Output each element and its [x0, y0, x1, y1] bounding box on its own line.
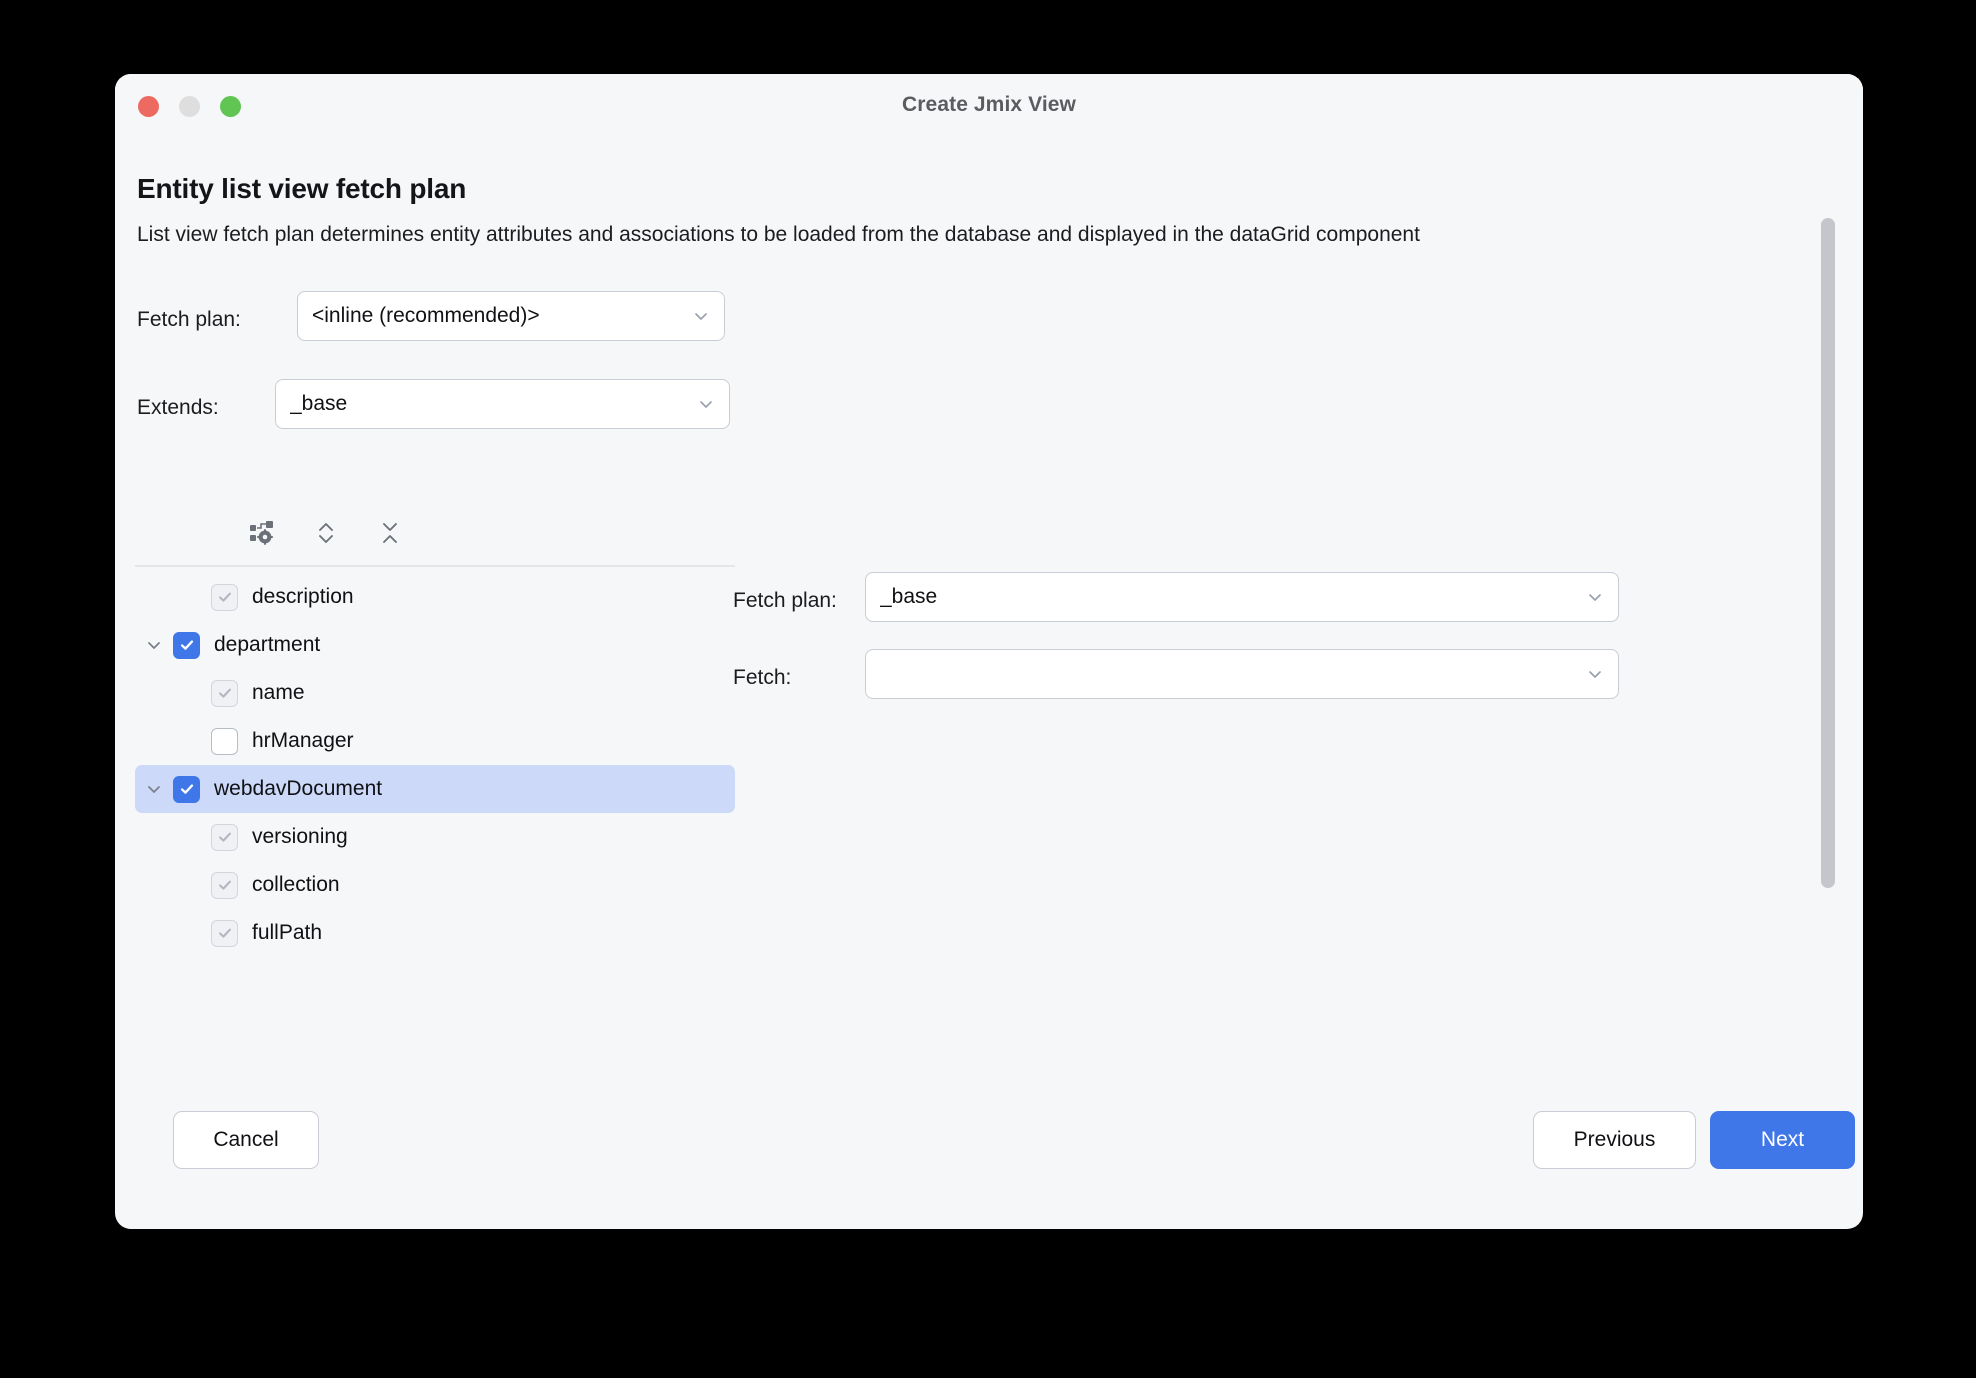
previous-button[interactable]: Previous	[1533, 1111, 1696, 1169]
twisty-placeholder	[173, 861, 211, 909]
attribute-checkbox[interactable]	[211, 727, 238, 755]
extends-label: Extends:	[137, 396, 219, 419]
chevron-down-icon	[1586, 665, 1604, 683]
attribute-tree[interactable]: description department name hrManager webdav…	[135, 573, 735, 948]
chevron-down-icon[interactable]	[135, 765, 173, 813]
dialog-scrollbar[interactable]	[1821, 206, 1835, 966]
tree-row[interactable]: description	[135, 573, 735, 621]
expand-all-icon[interactable]	[309, 516, 343, 550]
chevron-down-icon	[697, 395, 715, 413]
tree-divider	[135, 565, 735, 567]
extends-value: _base	[290, 392, 348, 415]
structure-settings-icon[interactable]	[245, 516, 279, 550]
dialog-footer: Cancel Previous Next	[115, 1081, 1863, 1229]
tree-toolbar	[245, 516, 407, 550]
twisty-placeholder	[173, 573, 211, 621]
chevron-down-icon[interactable]	[135, 621, 173, 669]
twisty-placeholder	[173, 813, 211, 861]
attribute-checkbox	[211, 871, 238, 899]
tree-row-label: versioning	[252, 825, 348, 848]
fetch-plan-label: Fetch plan:	[137, 308, 241, 331]
tree-row[interactable]: fullPath	[135, 909, 735, 948]
tree-row[interactable]: webdavDocument	[135, 765, 735, 813]
fetch-plan-value: <inline (recommended)>	[312, 304, 540, 327]
scrollbar-thumb[interactable]	[1821, 218, 1835, 888]
twisty-placeholder	[173, 717, 211, 765]
tree-row[interactable]: hrManager	[135, 717, 735, 765]
attribute-checkbox	[211, 919, 238, 947]
tree-row[interactable]: collection	[135, 861, 735, 909]
chevron-down-icon	[692, 307, 710, 325]
detail-fetch-select[interactable]	[865, 649, 1619, 699]
attribute-checkbox	[211, 583, 238, 611]
tree-row[interactable]: name	[135, 669, 735, 717]
detail-fetch-plan-select[interactable]: _base	[865, 572, 1619, 622]
detail-fetch-plan-value: _base	[880, 585, 938, 608]
detail-fetch-plan-label: Fetch plan:	[733, 589, 837, 612]
tree-row-label: description	[252, 585, 354, 608]
twisty-placeholder	[173, 909, 211, 948]
tree-row[interactable]: versioning	[135, 813, 735, 861]
tree-row-label: name	[252, 681, 305, 704]
next-button[interactable]: Next	[1710, 1111, 1855, 1169]
window-title: Create Jmix View	[902, 93, 1076, 116]
detail-fetch-label: Fetch:	[733, 666, 792, 689]
page-description: List view fetch plan determines entity a…	[137, 223, 1420, 246]
cancel-button[interactable]: Cancel	[173, 1111, 319, 1169]
tree-row-label: hrManager	[252, 729, 354, 752]
tree-row-label: webdavDocument	[214, 777, 383, 800]
tree-row[interactable]: department	[135, 621, 735, 669]
tree-row-label: collection	[252, 873, 340, 896]
twisty-placeholder	[173, 669, 211, 717]
collapse-all-icon[interactable]	[373, 516, 407, 550]
extends-select[interactable]: _base	[275, 379, 730, 429]
chevron-down-icon	[1586, 588, 1604, 606]
attribute-checkbox[interactable]	[173, 631, 200, 659]
fetch-plan-select[interactable]: <inline (recommended)>	[297, 291, 725, 341]
create-jmix-view-dialog: Create Jmix View Entity list view fetch …	[115, 74, 1863, 1229]
tree-row-label: department	[214, 633, 321, 656]
window-titlebar: Create Jmix View	[115, 74, 1863, 136]
tree-row-label: fullPath	[252, 921, 323, 944]
attribute-checkbox	[211, 679, 238, 707]
page-title: Entity list view fetch plan	[137, 173, 467, 204]
attribute-checkbox[interactable]	[173, 775, 200, 803]
attribute-checkbox	[211, 823, 238, 851]
dialog-body: Entity list view fetch plan List view fe…	[115, 136, 1863, 1229]
